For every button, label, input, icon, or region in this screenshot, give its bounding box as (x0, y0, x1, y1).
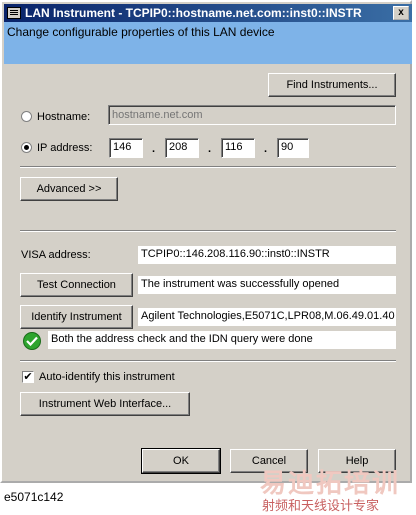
auto-identify-label: Auto-identify this instrument (39, 371, 175, 383)
separator-2 (20, 230, 396, 232)
find-instruments-button[interactable]: Find Instruments... (268, 73, 396, 97)
ip-octet-3-input[interactable]: 116 (221, 138, 255, 158)
title-bar[interactable]: LAN Instrument - TCPIP0::hostname.net.co… (4, 4, 412, 22)
separator-1 (20, 166, 396, 168)
advanced-button[interactable]: Advanced >> (20, 177, 118, 201)
ip-octet-2-input[interactable]: 208 (165, 138, 199, 158)
ip-address-label: IP address: (37, 142, 93, 154)
ip-dot-3: . (264, 143, 268, 155)
watermark-line-2: 射频和天线设计专家 (262, 498, 380, 513)
status-message: Both the address check and the IDN query… (48, 331, 396, 349)
lan-instrument-dialog: LAN Instrument - TCPIP0::hostname.net.co… (0, 0, 412, 483)
success-check-icon (23, 332, 41, 350)
test-connection-button[interactable]: Test Connection (20, 273, 133, 297)
visa-address-value: TCPIP0::146.208.116.90::inst0::INSTR (138, 246, 396, 264)
figure-caption: e5071c142 (4, 490, 64, 504)
ip-octet-1-input[interactable]: 146 (109, 138, 143, 158)
hostname-radio[interactable] (21, 111, 32, 122)
description-banner: Change configurable properties of this L… (4, 22, 412, 64)
identify-instrument-button[interactable]: Identify Instrument (20, 305, 133, 329)
ip-dot-2: . (208, 143, 212, 155)
test-connection-result: The instrument was successfully opened (138, 276, 396, 294)
window-icon (7, 7, 21, 19)
instrument-web-interface-button[interactable]: Instrument Web Interface... (20, 392, 190, 416)
window-title: LAN Instrument - TCPIP0::hostname.net.co… (25, 6, 362, 20)
ip-address-radio[interactable] (21, 142, 32, 153)
idn-result: Agilent Technologies,E5071C,LPR08,M.06.4… (138, 308, 396, 326)
hostname-input[interactable] (108, 105, 396, 125)
separator-3 (20, 360, 396, 362)
banner-text: Change configurable properties of this L… (7, 25, 275, 39)
auto-identify-checkbox[interactable]: ✔ (22, 371, 34, 383)
ip-dot-1: . (152, 143, 156, 155)
close-icon[interactable]: x (393, 6, 409, 20)
hostname-label: Hostname: (37, 111, 91, 123)
visa-address-label: VISA address: (21, 249, 91, 261)
watermark-logo: 易迪拓培训 射频和天线设计专家 (260, 463, 416, 515)
ok-button[interactable]: OK (141, 448, 221, 474)
ip-octet-4-input[interactable]: 90 (277, 138, 309, 158)
